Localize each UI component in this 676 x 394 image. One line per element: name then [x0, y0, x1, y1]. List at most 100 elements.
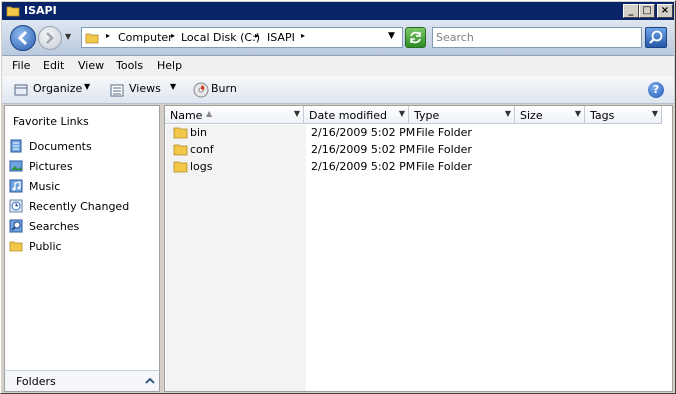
burn-label: Burn	[211, 82, 237, 95]
column-header-date-modified[interactable]: Date modified ▼	[304, 106, 409, 124]
file-list: Name ▲ ▼ Date modified ▼ Type ▼ Size ▼ T…	[164, 105, 673, 392]
organize-button[interactable]: Organize ▼	[10, 80, 98, 100]
folder-icon	[173, 144, 188, 156]
favorite-links-heading: Favorite Links	[13, 115, 89, 128]
address-dropdown-icon[interactable]: ▼	[388, 31, 395, 41]
folder-icon	[6, 6, 20, 17]
nav-item-label: Documents	[29, 140, 92, 153]
recent-pages-dropdown-icon[interactable]: ▼	[65, 32, 71, 41]
nav-item-documents[interactable]: Documents	[5, 137, 159, 157]
file-date: 2/16/2009 5:02 PM	[311, 160, 416, 173]
search-button[interactable]	[645, 27, 667, 48]
nav-item-label: Recently Changed	[29, 200, 130, 213]
organize-label: Organize	[33, 82, 83, 95]
navigation-pane: Favorite Links Documents Pictures Music …	[4, 105, 160, 392]
chevron-right-icon[interactable]: ▸	[301, 31, 305, 40]
breadcrumb-local-disk[interactable]: Local Disk (C:)	[181, 31, 260, 44]
explorer-window: ISAPI _ □ × ▼ ▸ Computer ▸ Local Disk (C…	[0, 0, 676, 394]
title-bar[interactable]: ISAPI _ □ ×	[2, 2, 674, 20]
column-header-type[interactable]: Type ▼	[409, 106, 515, 124]
folder-icon	[173, 161, 188, 173]
navigation-bar: ▼ ▸ Computer ▸ Local Disk (C:) ▸ ISAPI ▸…	[2, 20, 674, 56]
file-name: conf	[190, 143, 214, 156]
nav-item-recently-changed[interactable]: Recently Changed	[5, 197, 159, 217]
folder-icon	[85, 33, 99, 44]
column-filter-dropdown-icon[interactable]: ▼	[397, 109, 407, 120]
pictures-icon	[9, 160, 23, 172]
column-header-name[interactable]: Name ▲ ▼	[165, 106, 304, 124]
music-icon	[9, 179, 23, 193]
nav-item-music[interactable]: Music	[5, 177, 159, 197]
documents-icon	[10, 139, 22, 153]
nav-item-label: Public	[29, 240, 62, 253]
column-header-label: Size	[520, 109, 543, 122]
forward-arrow-icon	[46, 32, 54, 44]
menu-edit[interactable]: Edit	[43, 59, 64, 72]
column-header-label: Tags	[590, 109, 615, 122]
column-filter-dropdown-icon[interactable]: ▼	[292, 109, 302, 120]
folder-icon	[173, 127, 188, 139]
back-button[interactable]	[10, 25, 36, 51]
close-button[interactable]: ×	[657, 4, 673, 18]
burn-button[interactable]: Burn	[190, 80, 240, 100]
help-icon[interactable]: ?	[648, 82, 664, 98]
column-header-label: Date modified	[309, 109, 387, 122]
back-arrow-icon	[17, 30, 28, 46]
sort-ascending-icon: ▲	[206, 109, 213, 118]
file-name: logs	[190, 160, 213, 173]
column-filter-dropdown-icon[interactable]: ▼	[650, 109, 660, 120]
nav-item-label: Music	[29, 180, 61, 193]
views-icon	[110, 84, 124, 97]
file-row-conf[interactable]: conf 2/16/2009 5:02 PM File Folder	[165, 141, 672, 158]
column-header-size[interactable]: Size ▼	[515, 106, 585, 124]
chevron-right-icon[interactable]: ▸	[171, 31, 175, 40]
minimize-button[interactable]: _	[623, 4, 639, 18]
folders-label: Folders	[16, 375, 56, 388]
column-header-label: Type	[414, 109, 440, 122]
breadcrumb-isapi[interactable]: ISAPI	[267, 31, 295, 44]
nav-item-pictures[interactable]: Pictures	[5, 157, 159, 177]
nav-item-label: Pictures	[29, 160, 73, 173]
file-date: 2/16/2009 5:02 PM	[311, 126, 416, 139]
views-label: Views	[129, 82, 161, 95]
chevron-up-icon	[145, 377, 155, 384]
recently-changed-icon	[9, 199, 23, 213]
forward-button[interactable]	[38, 26, 62, 50]
folders-toggle[interactable]: Folders	[4, 370, 160, 392]
chevron-down-icon: ▼	[170, 82, 177, 91]
file-name: bin	[190, 126, 208, 139]
file-type: File Folder	[416, 126, 472, 139]
column-filter-dropdown-icon[interactable]: ▼	[503, 109, 513, 120]
nav-item-searches[interactable]: Searches	[5, 217, 159, 237]
views-button[interactable]: Views ▼	[106, 80, 182, 100]
column-filter-dropdown-icon[interactable]: ▼	[573, 109, 583, 120]
chevron-right-icon[interactable]: ▸	[106, 31, 110, 40]
refresh-button[interactable]	[405, 27, 426, 48]
file-date: 2/16/2009 5:02 PM	[311, 143, 416, 156]
file-type: File Folder	[416, 143, 472, 156]
burn-disc-icon	[193, 82, 209, 98]
refresh-icon	[410, 31, 421, 44]
organize-icon	[14, 84, 28, 96]
folder-icon	[9, 241, 23, 252]
breadcrumb-computer[interactable]: Computer	[118, 31, 173, 44]
column-header-tags[interactable]: Tags ▼	[585, 106, 662, 124]
command-toolbar: Organize ▼ Views ▼ Burn ?	[2, 76, 674, 104]
menu-help[interactable]: Help	[157, 59, 182, 72]
window-title: ISAPI	[24, 4, 57, 17]
menu-file[interactable]: File	[12, 59, 30, 72]
file-row-logs[interactable]: logs 2/16/2009 5:02 PM File Folder	[165, 158, 672, 175]
column-header-label: Name	[170, 109, 203, 122]
chevron-right-icon[interactable]: ▸	[255, 31, 259, 40]
nav-item-public[interactable]: Public	[5, 237, 159, 257]
menu-view[interactable]: View	[78, 59, 104, 72]
menu-bar: File Edit View Tools Help	[2, 56, 674, 76]
maximize-button[interactable]: □	[639, 4, 655, 18]
search-input[interactable]: Search	[432, 27, 642, 48]
file-type: File Folder	[416, 160, 472, 173]
chevron-down-icon: ▼	[84, 82, 91, 91]
menu-tools[interactable]: Tools	[116, 59, 143, 72]
nav-item-label: Searches	[29, 220, 80, 233]
file-row-bin[interactable]: bin 2/16/2009 5:02 PM File Folder	[165, 124, 672, 141]
address-bar[interactable]: ▸ Computer ▸ Local Disk (C:) ▸ ISAPI ▸ ▼	[81, 27, 403, 48]
